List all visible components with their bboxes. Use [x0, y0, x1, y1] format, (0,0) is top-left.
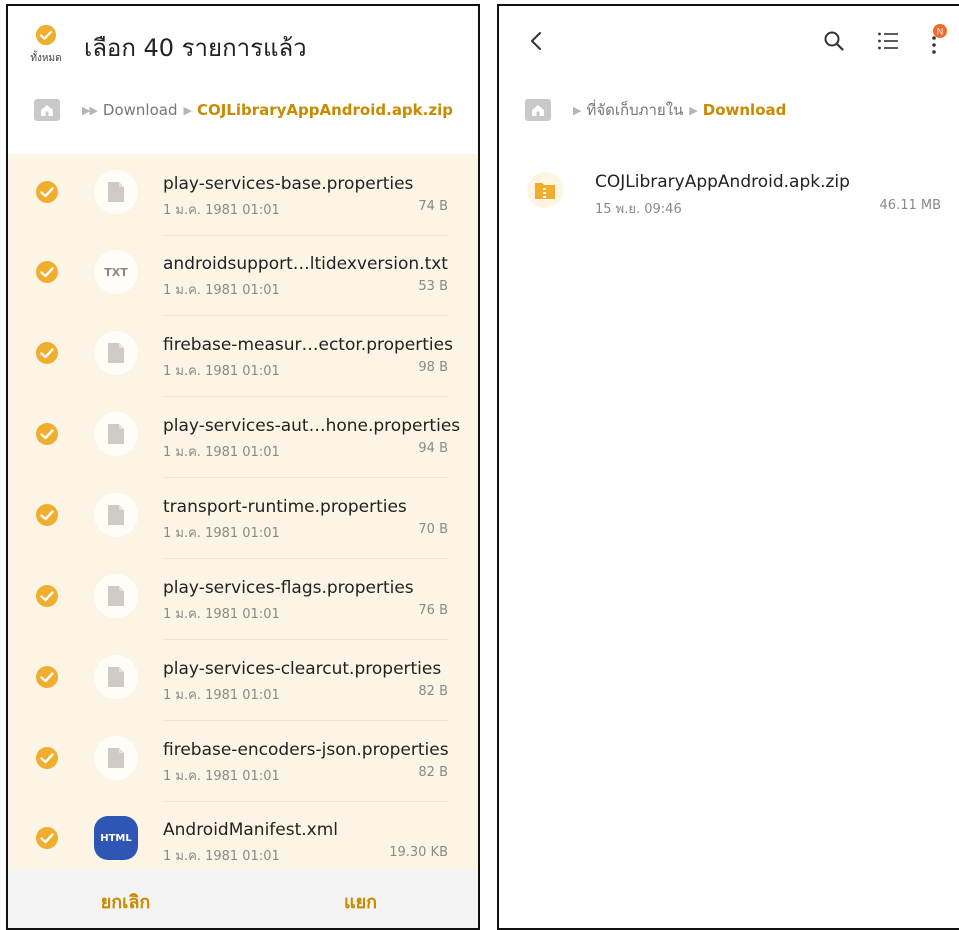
file-name: androidsupport…ltidexversion.txt	[163, 254, 448, 274]
breadcrumb-separator: ▶	[689, 103, 698, 117]
file-row[interactable]: HTML AndroidManifest.xml 1 ม.ค. 1981 01:…	[8, 800, 478, 870]
home-icon	[41, 105, 53, 116]
select-all-toggle[interactable]: ทั้งหมด	[22, 24, 70, 66]
file-name: firebase-measur…ector.properties	[163, 335, 453, 355]
file-date: 1 ม.ค. 1981 01:01	[163, 283, 280, 298]
breadcrumb-internal-storage[interactable]: ที่จัดเก็บภายใน	[586, 98, 683, 122]
file-icon	[94, 331, 138, 375]
breadcrumb: ▶ ที่จัดเก็บภายใน ▶ Download	[525, 88, 949, 132]
file-name: play-services-base.properties	[163, 174, 414, 194]
bottom-action-bar: ยกเลิก แยก	[8, 870, 478, 928]
archive-selection-screen: ทั้งหมด เลือก 40 รายการแล้ว ▶▶ Download …	[6, 4, 480, 930]
file-date: 1 ม.ค. 1981 01:01	[163, 526, 280, 541]
breadcrumb-download[interactable]: Download	[703, 101, 787, 119]
file-row[interactable]: play-services-flags.properties 1 ม.ค. 19…	[8, 558, 478, 640]
search-button[interactable]	[819, 26, 849, 56]
file-size: 74 B	[418, 199, 448, 214]
extract-button[interactable]: แยก	[243, 887, 478, 916]
html-file-icon: HTML	[94, 816, 138, 860]
file-row[interactable]: firebase-encoders-json.properties 1 ม.ค.…	[8, 720, 478, 802]
file-name: COJLibraryAppAndroid.apk.zip	[595, 172, 850, 192]
file-date: 1 ม.ค. 1981 01:01	[163, 445, 280, 460]
file-size: 19.30 KB	[389, 845, 448, 860]
file-icon	[94, 736, 138, 780]
back-arrow-icon	[531, 32, 541, 50]
html-icon-label: HTML	[100, 832, 132, 844]
check-circle-icon[interactable]	[35, 503, 59, 527]
breadcrumb-separator: ▶	[183, 103, 192, 117]
home-button[interactable]	[525, 99, 551, 121]
file-date: 1 ม.ค. 1981 01:01	[163, 607, 280, 622]
file-date: 1 ม.ค. 1981 01:01	[163, 688, 280, 703]
file-size: 70 B	[418, 522, 448, 537]
check-circle-icon[interactable]	[35, 260, 59, 284]
file-row[interactable]: TXT androidsupport…ltidexversion.txt 1 ม…	[8, 234, 478, 316]
file-size: 53 B	[418, 279, 448, 294]
file-size: 82 B	[418, 684, 448, 699]
cancel-button[interactable]: ยกเลิก	[8, 887, 243, 916]
file-date: 15 พ.ย. 09:46	[595, 202, 682, 217]
check-circle-icon[interactable]	[35, 422, 59, 446]
file-date: 1 ม.ค. 1981 01:01	[163, 849, 280, 864]
file-icon	[94, 655, 138, 699]
file-name: play-services-aut…hone.properties	[163, 416, 461, 436]
more-vertical-icon: N	[932, 24, 947, 54]
check-circle-icon[interactable]	[35, 341, 59, 365]
file-name: firebase-encoders-json.properties	[163, 740, 449, 760]
search-icon	[824, 31, 844, 51]
check-circle-icon[interactable]	[35, 665, 59, 689]
notification-badge: N	[937, 27, 944, 37]
selection-count-title: เลือก 40 รายการแล้ว	[84, 34, 307, 62]
txt-icon: TXT	[94, 250, 138, 294]
file-row[interactable]: firebase-measur…ector.properties 1 ม.ค. …	[8, 315, 478, 397]
check-circle-icon[interactable]	[35, 826, 59, 850]
breadcrumb-current-archive[interactable]: COJLibraryAppAndroid.apk.zip	[197, 101, 453, 119]
check-circle-icon[interactable]	[35, 746, 59, 770]
file-size: 76 B	[418, 603, 448, 618]
archive-file-list[interactable]: play-services-base.properties 1 ม.ค. 198…	[8, 154, 478, 870]
list-item[interactable]: COJLibraryAppAndroid.apk.zip 15 พ.ย. 09:…	[499, 156, 959, 232]
breadcrumb-separator: ▶	[573, 103, 582, 117]
home-icon	[532, 105, 544, 116]
file-icon	[94, 493, 138, 537]
file-size: 98 B	[418, 360, 448, 375]
breadcrumb-download[interactable]: Download	[103, 101, 178, 119]
check-circle-icon[interactable]	[35, 180, 59, 204]
file-icon	[94, 574, 138, 618]
file-row[interactable]: play-services-base.properties 1 ม.ค. 198…	[8, 154, 478, 236]
file-size: 94 B	[418, 441, 448, 456]
file-date: 1 ม.ค. 1981 01:01	[163, 203, 280, 218]
breadcrumb-separator: ▶▶	[82, 103, 98, 117]
file-size: 82 B	[418, 765, 448, 780]
txt-icon-label: TXT	[104, 265, 128, 279]
list-view-icon	[878, 32, 898, 50]
file-icon	[94, 170, 138, 214]
check-circle-icon	[35, 24, 57, 46]
file-date: 1 ม.ค. 1981 01:01	[163, 769, 280, 784]
list-view-button[interactable]	[873, 26, 903, 56]
breadcrumb: ▶▶ Download ▶ COJLibraryAppAndroid.apk.z…	[34, 88, 468, 132]
file-name: play-services-flags.properties	[163, 578, 414, 598]
file-name: AndroidManifest.xml	[163, 820, 339, 840]
selection-header: ทั้งหมด เลือก 40 รายการแล้ว	[8, 6, 478, 84]
top-toolbar: N	[499, 6, 959, 76]
file-date: 1 ม.ค. 1981 01:01	[163, 364, 280, 379]
more-options-button[interactable]: N	[919, 24, 949, 56]
download-folder-screen: N ▶ ที่จัดเก็บภายใน ▶ Download COJLibrar…	[497, 4, 959, 930]
check-circle-icon[interactable]	[35, 584, 59, 608]
file-row[interactable]: play-services-aut…hone.properties 1 ม.ค.…	[8, 396, 478, 478]
select-all-label: ทั้งหมด	[30, 53, 62, 64]
back-button[interactable]	[521, 26, 551, 56]
file-size: 46.11 MB	[879, 198, 941, 213]
home-button[interactable]	[34, 99, 60, 121]
file-icon	[94, 412, 138, 456]
file-row[interactable]: play-services-clearcut.properties 1 ม.ค.…	[8, 639, 478, 721]
file-name: play-services-clearcut.properties	[163, 659, 442, 679]
zip-folder-icon	[527, 172, 563, 208]
file-name: transport-runtime.properties	[163, 497, 407, 517]
file-row[interactable]: transport-runtime.properties 1 ม.ค. 1981…	[8, 477, 478, 559]
